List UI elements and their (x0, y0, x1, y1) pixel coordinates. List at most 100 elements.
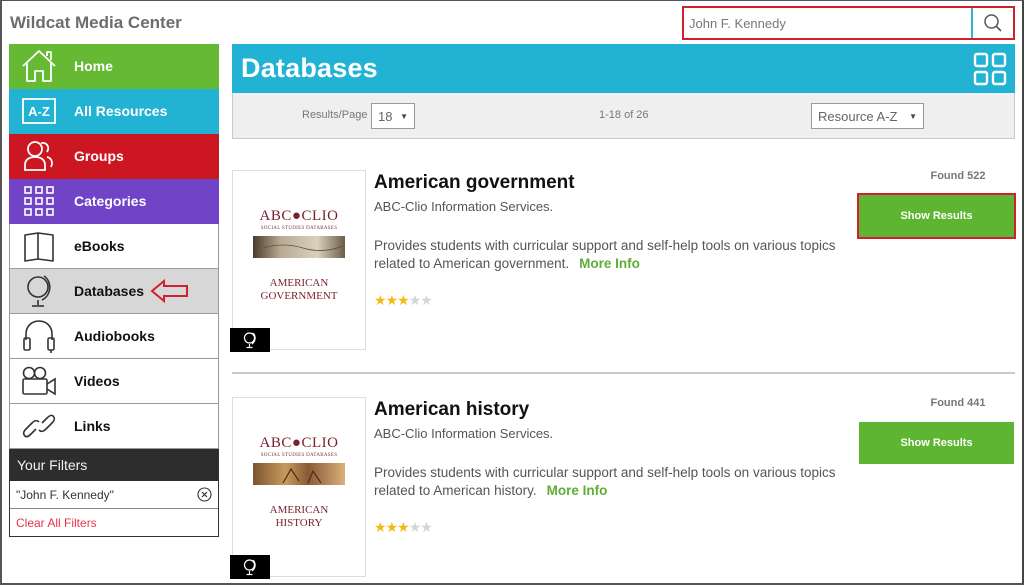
result-title[interactable]: American history (374, 399, 529, 421)
star-rating: ★★★★★ (374, 292, 433, 309)
close-circle-icon (197, 487, 212, 502)
grid-view-icon (973, 52, 1007, 85)
sidebar-item-label: Databases (74, 283, 145, 299)
result-item: ABC●CLIO SOCIAL STUDIES DATABASES AMERIC… (230, 170, 1016, 352)
star-filled-icon: ★ (374, 292, 387, 308)
sidebar-item-label: Videos (74, 373, 120, 389)
globe-icon (243, 332, 256, 349)
main-content: Databases Results/Page 18 ▼ 1-18 of 26 R… (232, 44, 1015, 139)
results-per-page-value: 18 (378, 108, 393, 124)
filter-chip-label: "John F. Kennedy" (16, 487, 114, 502)
globe-icon (10, 269, 68, 314)
sidebar-item-label: Groups (74, 148, 124, 164)
sidebar-item-home[interactable]: Home (9, 44, 219, 89)
page-title: Databases (241, 53, 378, 83)
thumb-image (253, 463, 345, 485)
thumb-brand-sub: SOCIAL STUDIES DATABASES (260, 453, 338, 458)
resource-thumbnail[interactable]: ABC●CLIO SOCIAL STUDIES DATABASES AMERIC… (230, 170, 366, 352)
filter-chip: "John F. Kennedy" (10, 481, 218, 509)
thumb-subject-line: GOVERNMENT (260, 290, 338, 302)
clear-all-filters-link[interactable]: Clear All Filters (10, 509, 218, 536)
star-filled-icon: ★ (397, 519, 410, 535)
result-publisher: ABC-Clio Information Services. (374, 426, 554, 441)
sort-value: Resource A-Z (818, 108, 898, 124)
result-item: ABC●CLIO SOCIAL STUDIES DATABASES AMERIC… (230, 397, 1015, 579)
remove-filter-button[interactable] (197, 487, 212, 502)
groups-icon (10, 134, 68, 179)
sidebar-item-all-resources[interactable]: A-Z All Resources (9, 89, 219, 134)
a-z-icon: A-Z (10, 89, 68, 134)
sidebar-item-label: Home (74, 58, 113, 74)
result-title[interactable]: American government (374, 172, 575, 194)
result-divider (232, 372, 1015, 374)
result-publisher: ABC-Clio Information Services. (374, 199, 554, 214)
page-banner: Databases (232, 44, 1015, 93)
thumb-brand: ABC●CLIO (259, 435, 339, 451)
resource-thumbnail[interactable]: ABC●CLIO SOCIAL STUDIES DATABASES AMERIC… (230, 397, 366, 579)
star-filled-icon: ★ (397, 292, 410, 308)
star-empty-icon: ★ (408, 292, 422, 308)
book-icon (10, 224, 68, 269)
sidebar-item-ebooks[interactable]: eBooks (9, 224, 219, 269)
filters-panel: Your Filters "John F. Kennedy" Clear All… (9, 449, 219, 537)
thumb-subject-line: AMERICAN (269, 504, 329, 516)
grid-view-toggle[interactable] (973, 52, 1007, 86)
sidebar-item-label: Categories (74, 193, 147, 209)
star-empty-icon: ★ (420, 292, 433, 308)
thumb-subject-line: AMERICAN (269, 277, 329, 289)
sidebar-item-label: Links (74, 418, 111, 434)
star-filled-icon: ★ (385, 519, 399, 535)
more-info-link[interactable]: More Info (579, 256, 640, 271)
thumb-brand-sub: SOCIAL STUDIES DATABASES (260, 226, 338, 231)
sidebar-item-label: Audiobooks (74, 328, 155, 344)
left-arrow-annotation-icon (150, 279, 190, 303)
thumb-brand: ABC●CLIO (259, 208, 339, 224)
sidebar-item-videos[interactable]: Videos (9, 359, 219, 404)
chevron-down-icon: ▼ (909, 112, 917, 121)
show-results-button[interactable]: Show Results (857, 193, 1016, 239)
results-range: 1-18 of 26 (599, 109, 649, 121)
sidebar-item-label: eBooks (74, 238, 125, 254)
thumb-image (253, 236, 345, 258)
star-empty-icon: ★ (408, 519, 422, 535)
result-description: Provides students with curricular suppor… (374, 464, 844, 500)
resource-type-badge (230, 555, 270, 579)
thumb-subject-line: HISTORY (275, 517, 323, 529)
search-icon (984, 14, 1002, 32)
video-camera-icon (10, 359, 68, 404)
globe-icon (243, 559, 256, 576)
app-title: Wildcat Media Center (10, 13, 182, 32)
link-icon (10, 404, 68, 449)
chevron-down-icon: ▼ (400, 112, 408, 121)
search-box (682, 6, 1015, 40)
headphones-icon (10, 314, 68, 359)
svg-text:A-Z: A-Z (28, 104, 50, 119)
star-rating: ★★★★★ (374, 519, 433, 536)
results-per-page-label: Results/Page (302, 109, 368, 121)
search-button[interactable] (971, 8, 1013, 38)
result-description: Provides students with curricular suppor… (374, 237, 844, 273)
found-count: Found 441 (930, 397, 986, 409)
show-results-button[interactable]: Show Results (859, 422, 1014, 464)
sidebar-item-categories[interactable]: Categories (9, 179, 219, 224)
sidebar-item-audiobooks[interactable]: Audiobooks (9, 314, 219, 359)
filters-heading: Your Filters (10, 449, 218, 481)
sidebar-item-groups[interactable]: Groups (9, 134, 219, 179)
resource-type-badge (230, 328, 270, 352)
sidebar-item-links[interactable]: Links (9, 404, 219, 449)
star-empty-icon: ★ (420, 519, 433, 535)
results-per-page-select[interactable]: 18 ▼ (371, 103, 415, 129)
sidebar-item-label: All Resources (74, 103, 168, 119)
results-toolbar: Results/Page 18 ▼ 1-18 of 26 Resource A-… (232, 93, 1015, 139)
sidebar-nav: Home A-Z All Resources Groups Categories (9, 44, 219, 537)
search-input[interactable] (684, 8, 971, 38)
star-filled-icon: ★ (385, 292, 399, 308)
sidebar-item-databases[interactable]: Databases (9, 269, 219, 314)
found-count: Found 522 (930, 170, 986, 182)
more-info-link[interactable]: More Info (547, 483, 608, 498)
star-filled-icon: ★ (374, 519, 387, 535)
app-window: Wildcat Media Center Home A-Z All Resour… (0, 0, 1024, 585)
grid-icon (10, 179, 68, 224)
sort-select[interactable]: Resource A-Z ▼ (811, 103, 924, 129)
home-icon (10, 44, 68, 89)
